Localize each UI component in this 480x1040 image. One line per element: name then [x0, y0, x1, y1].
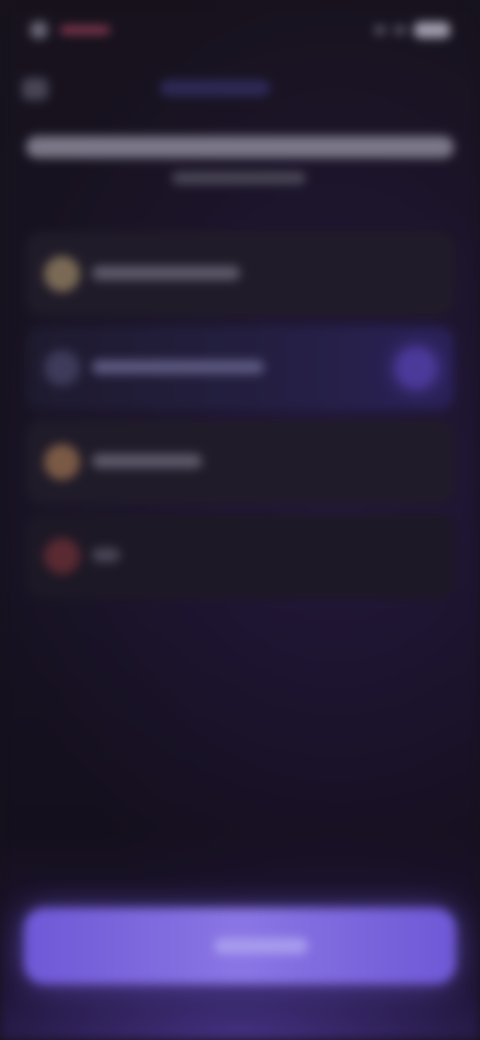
battery-icon [414, 22, 450, 38]
wifi-icon [394, 26, 406, 34]
option-item-3[interactable] [26, 420, 454, 504]
status-dot-icon [30, 21, 48, 39]
option-icon-1 [44, 256, 80, 292]
option-icon-3 [44, 444, 80, 480]
option-icon-4 [44, 538, 80, 574]
option-item-2[interactable] [26, 326, 454, 410]
page-title [26, 136, 454, 158]
page-subtitle [172, 172, 306, 184]
option-icon-2 [44, 350, 80, 386]
status-right [374, 22, 450, 38]
option-label-2 [92, 360, 264, 374]
blurred-screen [0, 0, 480, 1040]
continue-button-label [214, 938, 308, 954]
status-left [30, 21, 110, 39]
continue-button[interactable] [24, 908, 456, 984]
option-label-1 [92, 266, 240, 280]
option-label-3 [92, 454, 202, 468]
option-label-4 [92, 548, 120, 562]
back-button[interactable] [22, 78, 48, 100]
option-list [26, 232, 454, 608]
status-bar [30, 18, 450, 42]
header [22, 72, 458, 108]
check-icon [396, 348, 436, 388]
header-pill [160, 80, 270, 96]
option-item-1[interactable] [26, 232, 454, 316]
option-item-4[interactable] [26, 514, 454, 598]
status-time [60, 26, 110, 34]
signal-icon [374, 26, 386, 34]
